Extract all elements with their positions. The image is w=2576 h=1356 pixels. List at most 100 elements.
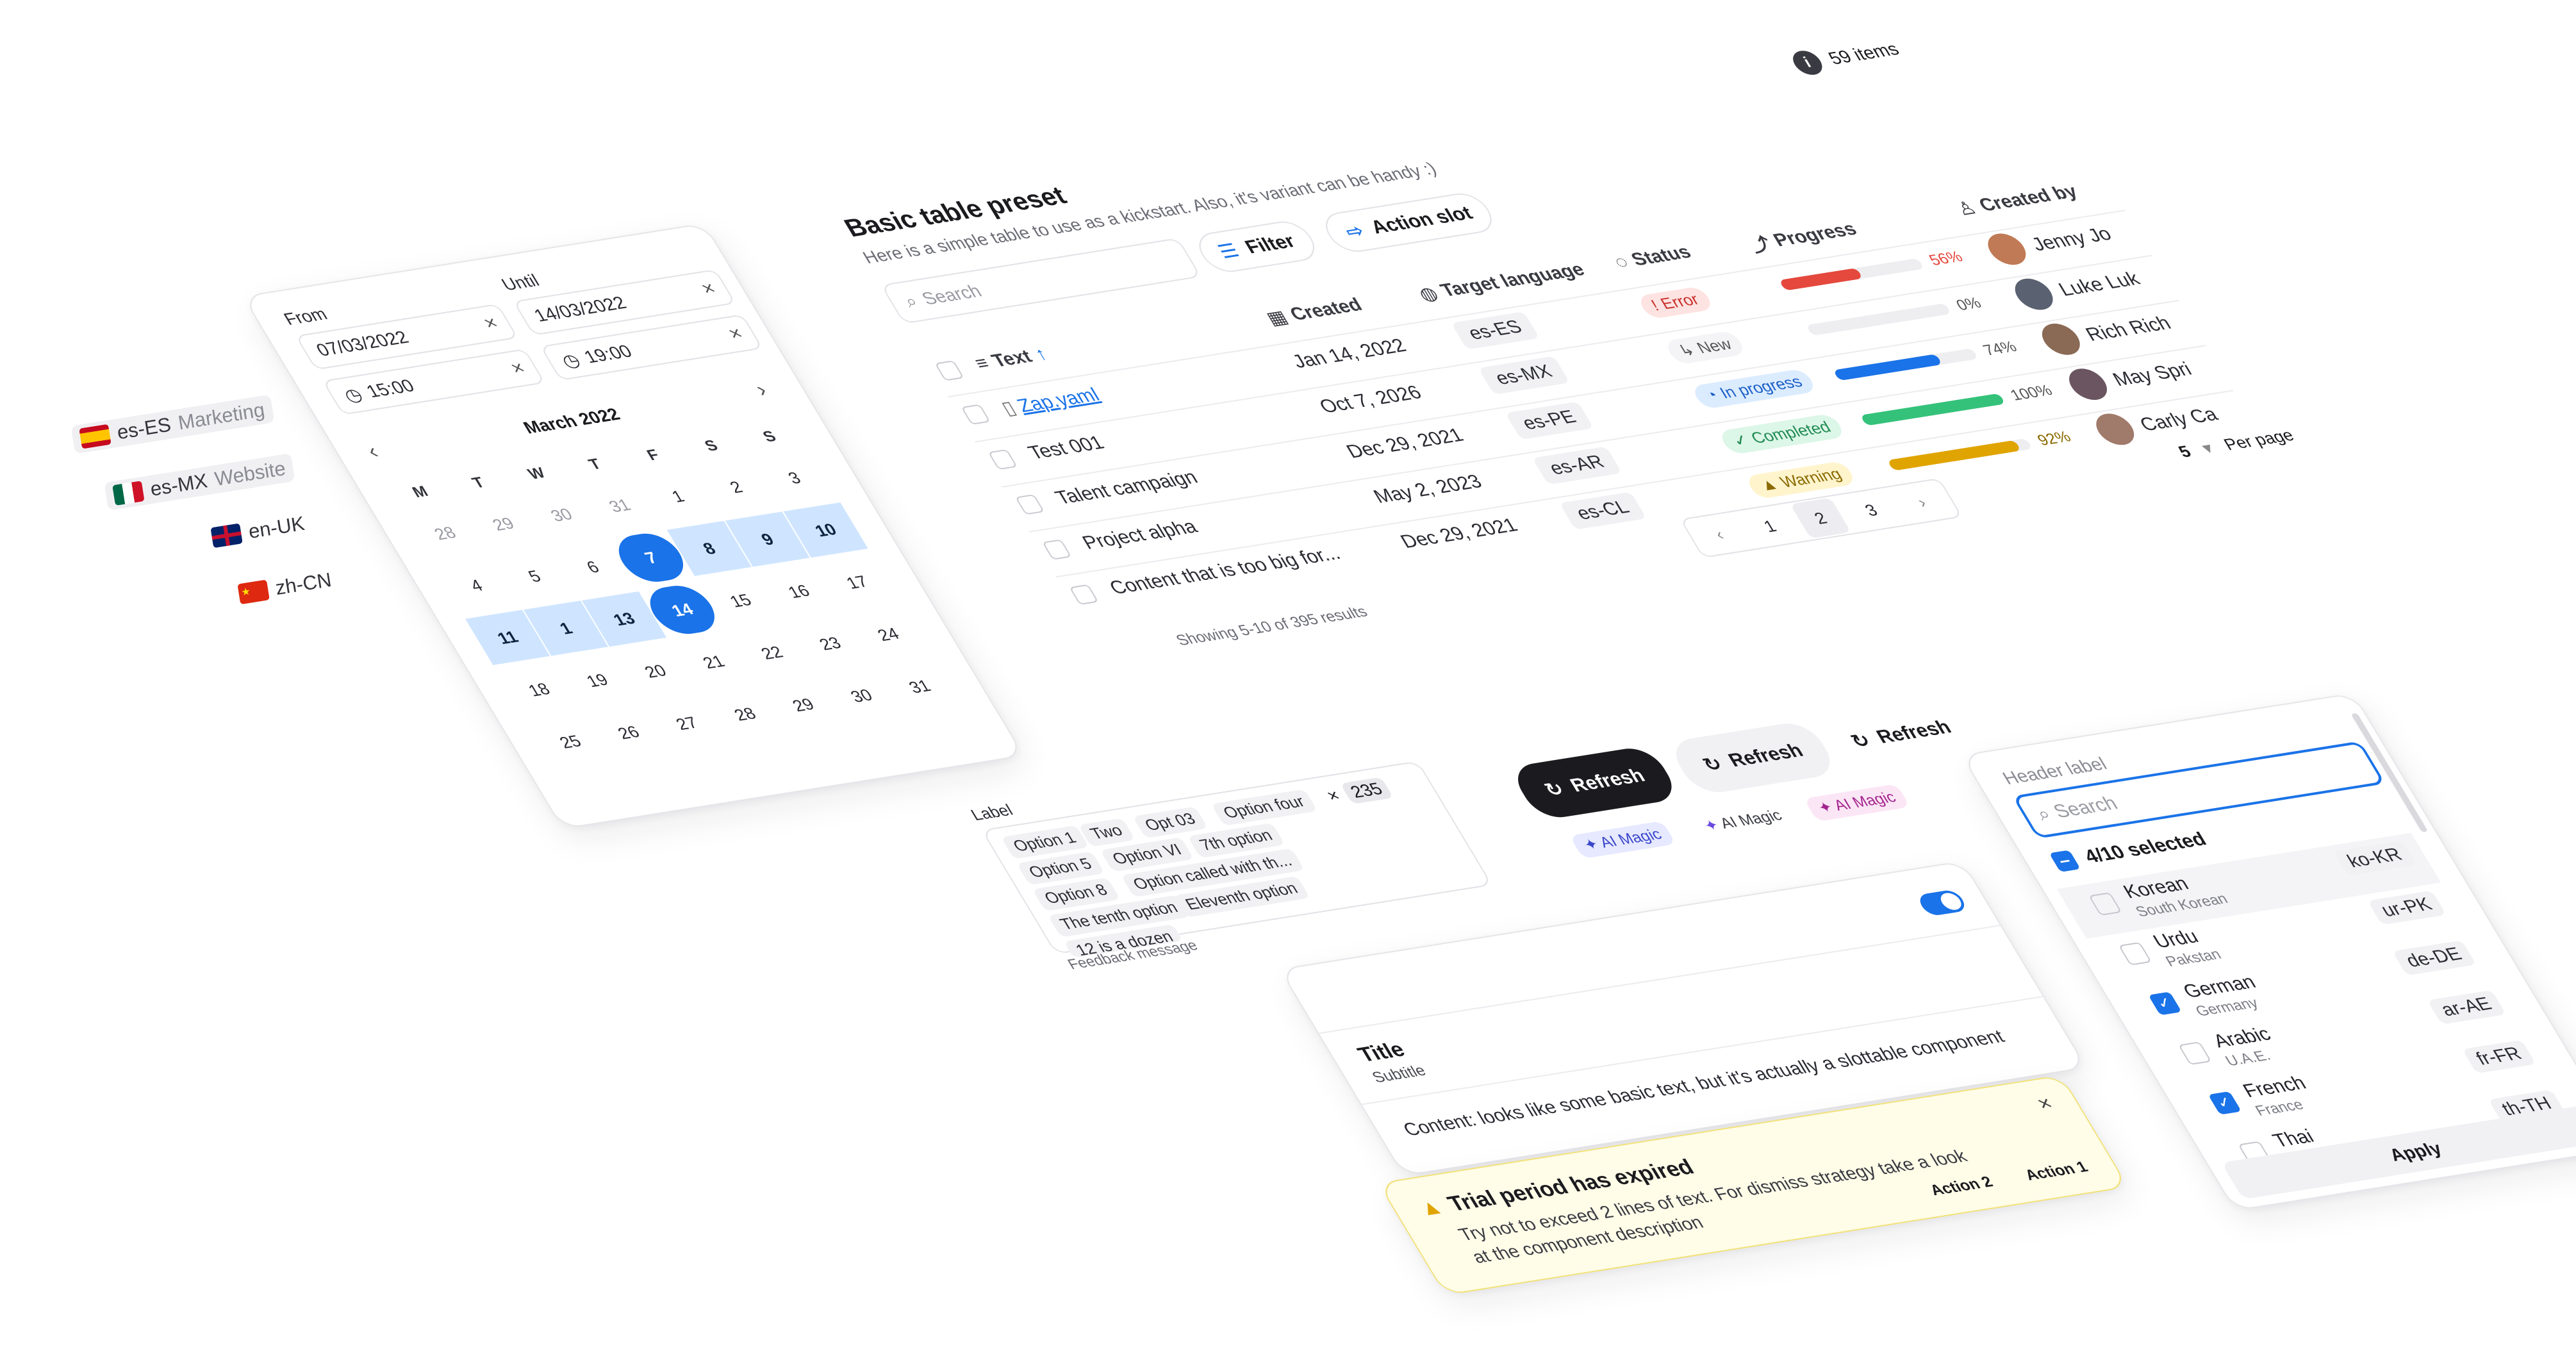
row-checkbox[interactable] [961,404,991,426]
clear-icon[interactable]: × [479,313,502,335]
row-text[interactable]: ▯ Zap.yaml [998,384,1104,420]
checkbox-checked-icon[interactable]: ✓ [2148,991,2182,1016]
page-3[interactable]: 3 [1840,490,1901,531]
language-code: fr-FR [2462,1039,2536,1074]
clear-icon[interactable]: × [1323,786,1344,806]
clock-icon: ◷ [557,349,584,371]
file-link[interactable]: Zap.yaml [1014,384,1103,417]
button-label: Refresh [1872,716,1956,748]
refresh-button-primary[interactable]: ↻ Refresh [1507,745,1682,821]
column-header-status[interactable]: ◌ Status [1610,242,1696,274]
refresh-button-secondary[interactable]: ↻ Refresh [1665,720,1840,796]
checkbox-icon[interactable] [2177,1041,2212,1065]
dropdown-search-input[interactable]: ⌕ Search [2011,741,2386,839]
selected-count[interactable]: – 4/10 selected [2049,829,2211,872]
search-placeholder: Search [2049,793,2122,822]
language-code: ur-PK [2367,890,2447,925]
clear-icon[interactable]: × [506,358,529,379]
column-header-created-by[interactable]: ♙ Created by [1952,176,2116,220]
ai-magic-tag-blue[interactable]: ✦ AI Magic [1569,821,1676,859]
filter-icon: ☰ [1214,240,1243,263]
selected-option-tag[interactable]: Option four [1210,789,1318,826]
action-slot-button[interactable]: ⇨ Action slot [1317,190,1501,255]
locale-code: zh-CN [274,568,333,600]
next-page-icon[interactable]: › [1891,482,1952,523]
checkbox-icon[interactable] [2088,892,2122,916]
progress-fill [1833,354,1943,381]
card-toggle[interactable] [1915,889,1969,917]
info-icon: i [1787,49,1828,77]
prev-page-icon[interactable]: ‹ [1688,514,1749,555]
per-page-select[interactable]: 5 ▾ Per page [2175,426,2298,461]
selected-option-tag[interactable]: Opt 03 [1132,806,1209,839]
row-checkbox[interactable] [1042,539,1072,560]
column-header-progress[interactable]: ⤴ Progress [1743,216,1862,258]
refresh-icon: ↻ [1540,778,1569,800]
row-language: es-CL [1559,492,1647,530]
language-code: ar-AE [2427,989,2507,1025]
count-value: 235 [1339,777,1394,805]
row-checkbox[interactable] [987,449,1018,470]
row-created: Oct 7, 2026 [1316,382,1426,418]
row-language: es-PE [1505,401,1594,440]
column-header-created[interactable]: ▦ Created [1262,294,1367,329]
checkbox-checked-icon[interactable]: ✓ [2208,1091,2242,1115]
row-created: Jan 14, 2022 [1288,335,1410,372]
status-label: New [1693,335,1735,357]
column-header-text[interactable]: ≡ Text ↑ [971,344,1052,375]
weekday-label: S [759,427,780,446]
clear-icon[interactable]: × [697,278,720,300]
page-2[interactable]: 2 [1790,497,1851,539]
progress-bar [1860,393,2006,426]
locale-item-es-mx[interactable]: es-MX Website [104,453,295,511]
china-flag-icon: ★ [237,579,270,605]
clear-icon[interactable]: × [724,323,747,345]
language-code: de-DE [2391,940,2477,976]
language-name: Arabic [2209,1023,2275,1052]
per-page-value: 5 [2174,442,2195,461]
items-count: i 59 items [1787,37,1904,77]
uk-flag-icon [210,523,243,549]
filter-button[interactable]: ☰ Filter [1191,218,1323,275]
row-user: Jenny Jo [2027,223,2116,256]
alert-body: Try not to exceed 2 lines of text. For d… [1455,1146,1971,1267]
until-date-value: 14/03/2022 [530,292,630,326]
locale-item-es-es[interactable]: es-ES Marketing [70,394,275,454]
locale-note: Marketing [176,398,267,434]
tag-label: AI Magic [1716,807,1786,832]
per-page-label: Per page [2220,425,2298,454]
selected-count-text: 4/10 selected [2080,829,2211,868]
locale-item-en-uk[interactable]: en-UK [210,512,306,549]
selected-option-tag[interactable]: Two [1078,818,1135,847]
multiselect-input[interactable]: Option 1 Two Opt 03 Option four Option 5 Opti… [981,761,1493,959]
divider [1318,924,2003,1034]
column-label: Created by [1975,181,2082,216]
refresh-button-ghost[interactable]: ↻ Refresh [1824,698,1978,770]
chevron-down-icon: ▾ [2197,438,2217,458]
locale-item-zh-cn[interactable]: ★ zh-CN [237,568,333,606]
ai-magic-tag-plain[interactable]: ✦ AI Magic [1690,802,1797,839]
ai-magic-tag-pink[interactable]: ✦ AI Magic [1803,784,1911,822]
indeterminate-checkbox-icon: – [2049,850,2081,872]
alert-action-1[interactable]: Action 1 [2022,1159,2092,1185]
multiselect-label: Label [968,801,1016,824]
row-checkbox[interactable] [1069,584,1099,606]
column-label: Progress [1769,219,1861,251]
from-time-value: 15:00 [362,376,418,401]
weekday-label: M [409,483,432,501]
from-date-value: 07/03/2022 [312,327,413,360]
basic-table: Basic table preset Here is a simple tabl… [820,22,2331,669]
locale-code: es-MX [149,469,210,500]
weekday-label: S [701,437,722,455]
page-1[interactable]: 1 [1739,506,1800,547]
button-label: Refresh [1724,740,1808,771]
close-icon[interactable]: × [2033,1092,2058,1116]
progress-bar [1806,303,1952,336]
tag-label: AI Magic [1830,788,1899,814]
warning-icon: ▲ [1756,475,1782,495]
select-all-checkbox[interactable] [934,360,964,381]
checkbox-icon[interactable] [2118,941,2152,966]
progress-bar [1887,438,2033,471]
row-checkbox[interactable] [1014,494,1045,515]
weekday-label: T [585,455,605,474]
